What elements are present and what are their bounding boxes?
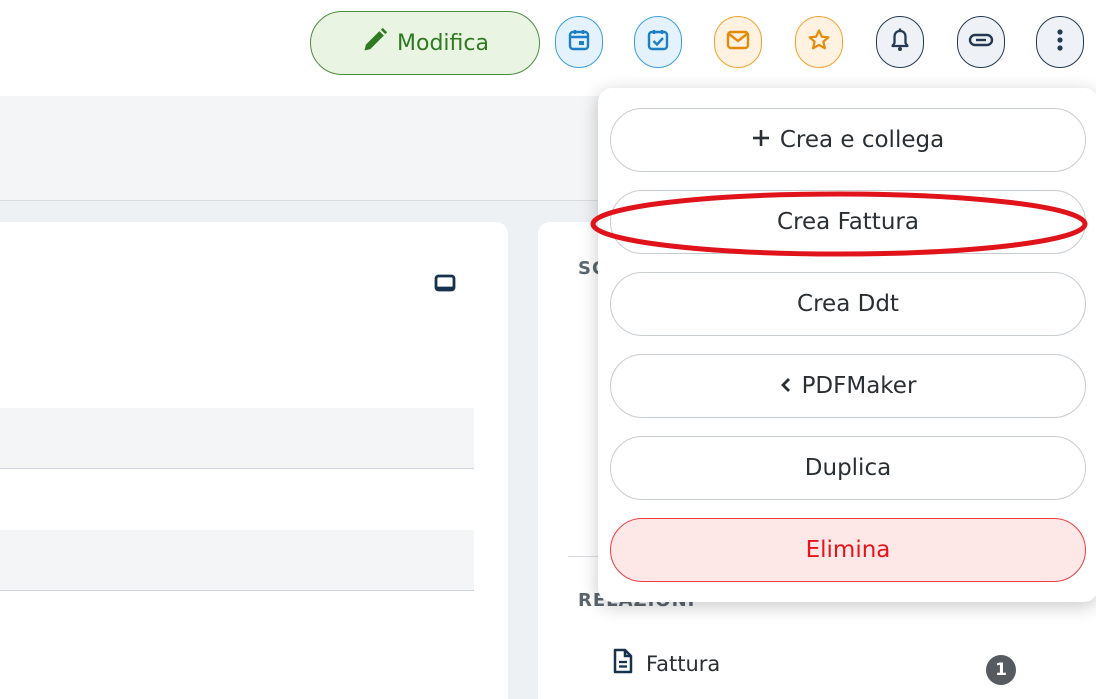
menu-item-create-and-link[interactable]: Crea e collega	[610, 108, 1086, 172]
menu-item-label: Crea e collega	[779, 127, 945, 153]
top-toolbar: Modifica	[0, 0, 1096, 96]
relation-item-invoice[interactable]: Fattura	[612, 648, 720, 679]
relation-item-label: Fattura	[646, 651, 721, 676]
menu-item-label: PDFMaker	[801, 373, 917, 399]
calendar-button[interactable]	[555, 16, 603, 68]
edit-button[interactable]: Modifica	[310, 11, 540, 75]
link-icon	[968, 32, 994, 52]
menu-item-label: Duplica	[804, 455, 892, 481]
more-vertical-icon	[1056, 28, 1064, 56]
bell-icon	[889, 28, 911, 56]
app-canvas: Modifica SC Fattura 1 Crea e collega Cre…	[0, 0, 1096, 699]
calendar-icon	[568, 29, 590, 55]
more-options-menu: Crea e collega Crea Fattura Crea Ddt PDF…	[598, 88, 1096, 602]
menu-item-label: Elimina	[805, 537, 891, 563]
mail-icon	[726, 30, 750, 54]
more-options-button[interactable]	[1036, 16, 1084, 68]
menu-item-create-ddt[interactable]: Crea Ddt	[610, 272, 1086, 336]
detail-card	[0, 222, 508, 699]
chevron-left-icon	[780, 373, 792, 399]
menu-item-duplicate[interactable]: Duplica	[610, 436, 1086, 500]
task-button[interactable]	[634, 16, 682, 68]
favorite-button[interactable]	[795, 16, 843, 68]
menu-item-create-invoice[interactable]: Crea Fattura	[610, 190, 1086, 254]
display-mode-icon[interactable]	[434, 274, 456, 298]
star-icon	[807, 28, 831, 56]
link-button[interactable]	[957, 16, 1005, 68]
document-icon	[612, 648, 634, 679]
pencil-icon	[361, 26, 389, 60]
field-row[interactable]	[0, 530, 474, 591]
notification-button[interactable]	[876, 16, 924, 68]
email-button[interactable]	[714, 16, 762, 68]
menu-item-delete[interactable]: Elimina	[610, 518, 1086, 582]
plus-icon	[752, 127, 770, 153]
edit-button-label: Modifica	[397, 30, 489, 56]
menu-item-label: Crea Fattura	[777, 209, 919, 235]
menu-item-pdfmaker[interactable]: PDFMaker	[610, 354, 1086, 418]
task-check-icon	[647, 29, 669, 55]
relation-count-badge: 1	[986, 655, 1016, 685]
field-row[interactable]	[0, 408, 474, 469]
menu-item-label: Crea Ddt	[797, 291, 899, 317]
